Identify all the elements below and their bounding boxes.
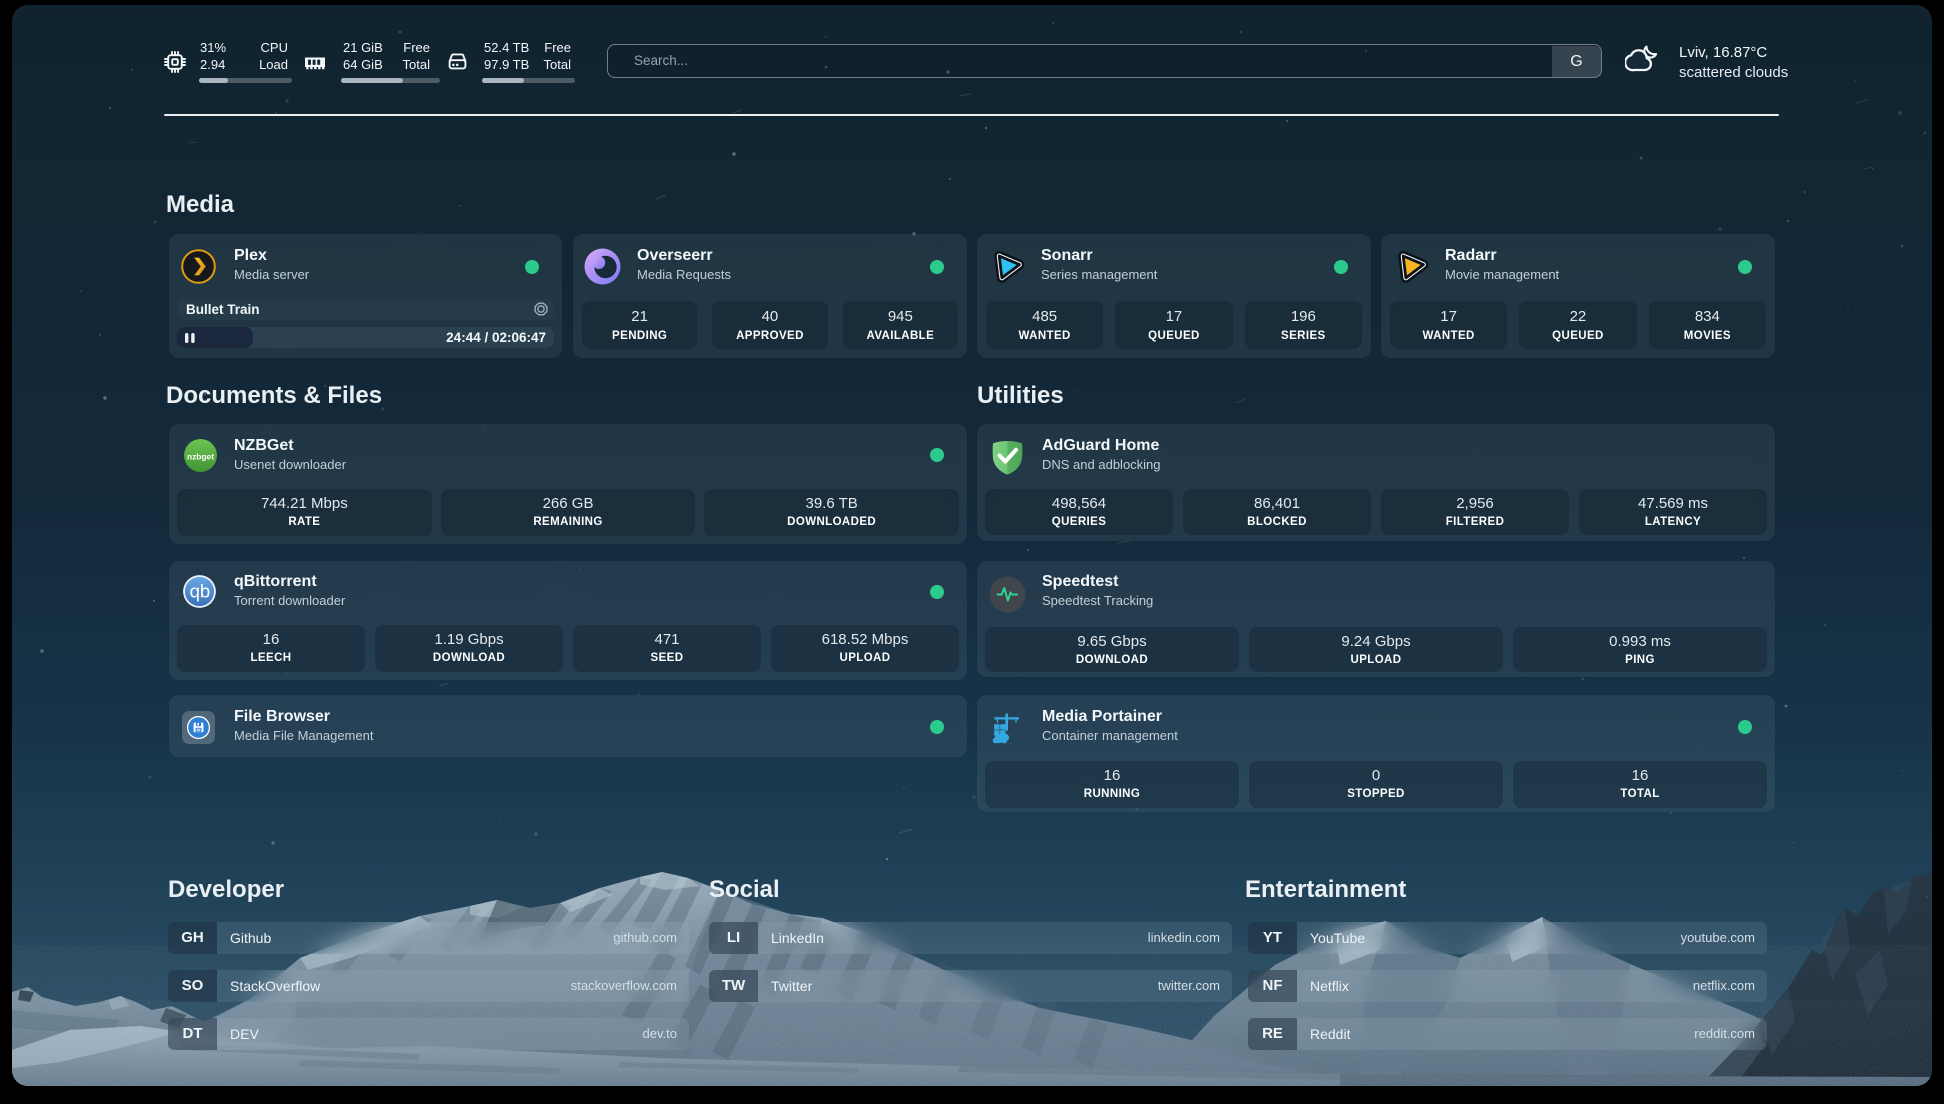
svg-text:nzbget: nzbget — [187, 452, 214, 462]
svg-text:qb: qb — [190, 581, 211, 602]
